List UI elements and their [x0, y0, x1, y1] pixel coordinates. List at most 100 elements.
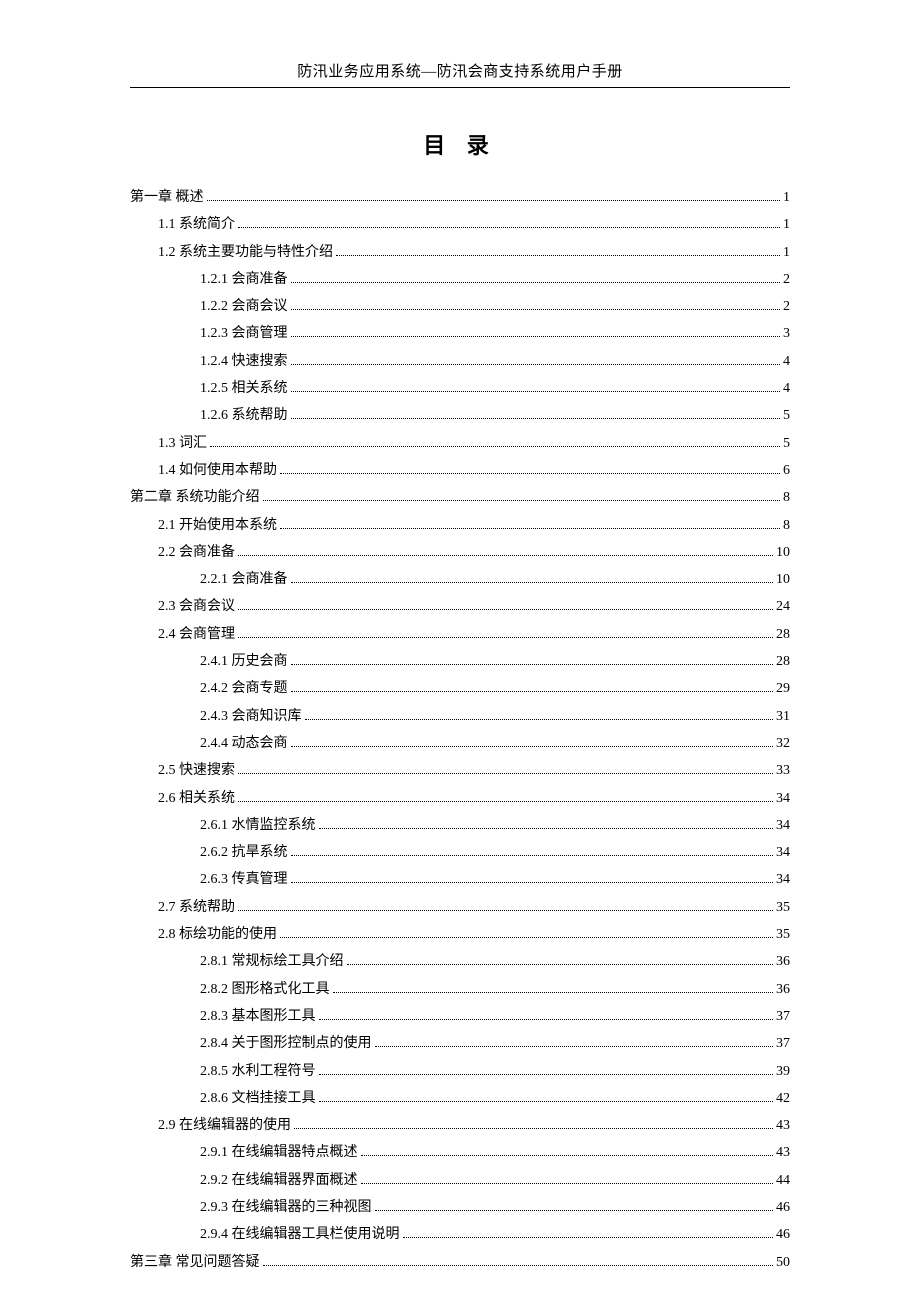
toc-entry[interactable]: 1.2.2 会商会议2	[130, 293, 790, 320]
toc-entry[interactable]: 2.9.4 在线编辑器工具栏使用说明 46	[130, 1221, 790, 1248]
toc-dot-leader	[291, 872, 774, 883]
toc-entry[interactable]: 2.3 会商会议24	[130, 593, 790, 620]
toc-dot-leader	[238, 599, 773, 610]
toc-entry-label: 1.3 词汇	[158, 430, 207, 457]
toc-entry[interactable]: 1.2 系统主要功能与特性介绍1	[130, 239, 790, 266]
header-underline	[130, 87, 790, 88]
toc-entry[interactable]: 2.6 相关系统34	[130, 785, 790, 812]
toc-entry-page: 29	[776, 675, 790, 702]
toc-entry-label: 2.4.1 历史会商	[200, 648, 288, 675]
toc-entry-page: 1	[783, 211, 790, 238]
toc-dot-leader	[375, 1200, 774, 1211]
toc-entry[interactable]: 1.2.1 会商准备2	[130, 266, 790, 293]
toc-entry[interactable]: 2.8 标绘功能的使用35	[130, 921, 790, 948]
toc-dot-leader	[210, 435, 780, 446]
toc-entry-page: 4	[783, 348, 790, 375]
toc-entry[interactable]: 1.1 系统简介 1	[130, 211, 790, 238]
toc-entry-page: 6	[783, 457, 790, 484]
toc-entry[interactable]: 2.6.1 水情监控系统34	[130, 812, 790, 839]
toc-entry[interactable]: 2.8.3 基本图形工具 37	[130, 1003, 790, 1030]
toc-entry[interactable]: 2.5 快速搜索33	[130, 757, 790, 784]
toc-entry-page: 46	[776, 1221, 790, 1248]
toc-entry-page: 31	[776, 703, 790, 730]
toc-dot-leader	[319, 1063, 774, 1074]
toc-title: 目 录	[130, 128, 790, 160]
toc-entry-label: 2.9.3 在线编辑器的三种视图	[200, 1194, 372, 1221]
toc-dot-leader	[207, 190, 781, 201]
toc-entry-page: 35	[776, 894, 790, 921]
toc-dot-leader	[305, 708, 774, 719]
toc-entry-label: 2.2 会商准备	[158, 539, 235, 566]
toc-entry[interactable]: 2.8.6 文档挂接工具 42	[130, 1085, 790, 1112]
toc-entry[interactable]: 1.4 如何使用本帮助6	[130, 457, 790, 484]
toc-entry[interactable]: 2.8.1 常规标绘工具介绍36	[130, 948, 790, 975]
toc-dot-leader	[291, 381, 781, 392]
toc-entry-label: 1.1 系统简介	[158, 211, 235, 238]
toc-entry-page: 1	[783, 184, 790, 211]
toc-entry[interactable]: 2.2.1 会商准备10	[130, 566, 790, 593]
toc-entry-label: 2.9.4 在线编辑器工具栏使用说明	[200, 1221, 400, 1248]
toc-entry-label: 1.2.6 系统帮助	[200, 402, 288, 429]
toc-dot-leader	[291, 326, 781, 337]
toc-dot-leader	[263, 1254, 774, 1265]
toc-entry-page: 43	[776, 1139, 790, 1166]
toc-dot-leader	[347, 954, 774, 965]
toc-entry[interactable]: 2.4.4 动态会商32	[130, 730, 790, 757]
toc-entry[interactable]: 2.8.2 图形格式化工具36	[130, 976, 790, 1003]
toc-entry[interactable]: 2.9 在线编辑器的使用43	[130, 1112, 790, 1139]
toc-entry[interactable]: 1.2.6 系统帮助5	[130, 402, 790, 429]
toc-dot-leader	[238, 900, 773, 911]
toc-entry-page: 37	[776, 1003, 790, 1030]
toc-entry-page: 33	[776, 757, 790, 784]
toc-entry[interactable]: 2.8.4 关于图形控制点的使用37	[130, 1030, 790, 1057]
toc-entry[interactable]: 第二章 系统功能介绍8	[130, 484, 790, 511]
toc-entry[interactable]: 2.9.3 在线编辑器的三种视图46	[130, 1194, 790, 1221]
toc-dot-leader	[291, 654, 774, 665]
toc-entry[interactable]: 2.9.1 在线编辑器特点概述43	[130, 1139, 790, 1166]
toc-entry[interactable]: 2.4.1 历史会商28	[130, 648, 790, 675]
toc-dot-leader	[319, 1009, 774, 1020]
toc-entry-page: 43	[776, 1112, 790, 1139]
toc-entry-page: 2	[783, 293, 790, 320]
toc-dot-leader	[403, 1227, 774, 1238]
toc-entry[interactable]: 1.2.5 相关系统 4	[130, 375, 790, 402]
toc-dot-leader	[319, 818, 774, 829]
toc-entry[interactable]: 2.7 系统帮助35	[130, 894, 790, 921]
toc-entry[interactable]: 第一章 概述1	[130, 184, 790, 211]
toc-dot-leader	[238, 763, 773, 774]
toc-entry-page: 35	[776, 921, 790, 948]
toc-entry[interactable]: 2.2 会商准备10	[130, 539, 790, 566]
toc-dot-leader	[291, 299, 781, 310]
toc-dot-leader	[375, 1036, 774, 1047]
toc-entry[interactable]: 1.2.3 会商管理3	[130, 320, 790, 347]
toc-entry[interactable]: 2.9.2 在线编辑器界面概述44	[130, 1167, 790, 1194]
toc-entry[interactable]: 2.6.2 抗旱系统34	[130, 839, 790, 866]
toc-entry[interactable]: 2.4.2 会商专题29	[130, 675, 790, 702]
toc-entry-page: 42	[776, 1085, 790, 1112]
toc-entry-label: 2.8.6 文档挂接工具	[200, 1085, 316, 1112]
toc-entry[interactable]: 2.4.3 会商知识库31	[130, 703, 790, 730]
toc-entry-label: 2.8.3 基本图形工具	[200, 1003, 316, 1030]
toc-dot-leader	[263, 490, 781, 501]
toc-entry[interactable]: 2.4 会商管理28	[130, 621, 790, 648]
toc-dot-leader	[238, 790, 773, 801]
toc-entry-page: 10	[776, 566, 790, 593]
toc-entry-label: 1.2.3 会商管理	[200, 320, 288, 347]
toc-entry[interactable]: 2.6.3 传真管理34	[130, 866, 790, 893]
toc-entry-label: 2.6.1 水情监控系统	[200, 812, 316, 839]
toc-entry[interactable]: 1.3 词汇5	[130, 430, 790, 457]
toc-entry-label: 1.2.5 相关系统	[200, 375, 288, 402]
toc-entry[interactable]: 第三章 常见问题答疑50	[130, 1249, 790, 1276]
toc-entry-label: 第三章 常见问题答疑	[130, 1249, 260, 1276]
toc-dot-leader	[291, 845, 774, 856]
toc-entry-page: 28	[776, 621, 790, 648]
toc-dot-leader	[291, 272, 781, 283]
toc-entry-page: 4	[783, 375, 790, 402]
toc-entry[interactable]: 2.1 开始使用本系统8	[130, 512, 790, 539]
toc-entry[interactable]: 1.2.4 快速搜索4	[130, 348, 790, 375]
toc-entry[interactable]: 2.8.5 水利工程符号39	[130, 1058, 790, 1085]
toc-dot-leader	[238, 545, 773, 556]
toc-entry-label: 2.6.2 抗旱系统	[200, 839, 288, 866]
toc-entry-page: 32	[776, 730, 790, 757]
toc-dot-leader	[291, 354, 781, 365]
